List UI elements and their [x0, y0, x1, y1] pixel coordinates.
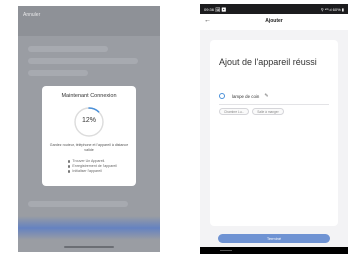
edit-pencil-icon[interactable]: ✎	[264, 93, 268, 99]
step-circle-icon	[68, 165, 71, 168]
step-list: Trouver Un Appareil. Enregistrement de l…	[68, 159, 117, 174]
step-circle-icon	[68, 170, 71, 173]
step-item: Initialiser l'appareil	[68, 169, 117, 174]
status-bar: 09:36 🖼 ▶ ⚲ ⁴ᴳ.ıl 60% ▮	[200, 4, 348, 14]
home-indicator	[64, 246, 114, 248]
connection-modal: Maintenant Connexion 12% Gardez routeur,…	[42, 86, 136, 186]
app-bar: ← Ajouter	[200, 14, 348, 30]
step-label: Initialiser l'appareil	[72, 169, 102, 173]
blurred-bottom-button	[18, 216, 160, 240]
left-phone-screen: Annuler Maintenant Connexion 12% Gardez …	[18, 6, 160, 252]
step-circle-icon	[68, 160, 71, 163]
nav-menu-icon[interactable]	[220, 250, 232, 251]
blurred-content	[28, 201, 128, 207]
blurred-content	[28, 58, 138, 64]
device-row: lampe de coin ✎	[219, 90, 329, 102]
bulb-icon	[219, 93, 225, 99]
right-phone-screen: 09:36 🖼 ▶ ⚲ ⁴ᴳ.ıl 60% ▮ ← Ajouter Ajout …	[200, 4, 348, 254]
page-title: Ajouter	[265, 18, 283, 24]
blurred-content	[28, 70, 88, 76]
room-chip[interactable]: Chambre Lu...	[219, 108, 250, 115]
finish-button[interactable]: Terminé	[218, 234, 330, 243]
blurred-content	[28, 46, 108, 52]
progress-percent: 12%	[81, 117, 96, 124]
divider	[219, 104, 329, 105]
status-indicators: ⚲ ⁴ᴳ.ıl 60% ▮	[320, 7, 344, 12]
left-header: Annuler	[18, 6, 160, 36]
cancel-link[interactable]: Annuler	[23, 12, 40, 18]
modal-title: Maintenant Connexion	[61, 93, 117, 99]
status-time: 09:36 🖼 ▶	[204, 7, 227, 12]
success-card: Ajout de l'appareil réussi lampe de coin…	[210, 40, 338, 226]
modal-hint: Gardez routeur, téléphone et l'appareil …	[49, 143, 129, 152]
room-chips: Chambre Lu... Salle à manger	[219, 108, 284, 115]
success-title: Ajout de l'appareil réussi	[219, 57, 317, 67]
screenshot-canvas: Annuler Maintenant Connexion 12% Gardez …	[0, 0, 353, 257]
device-name: lampe de coin	[232, 93, 260, 99]
room-chip[interactable]: Salle à manger	[252, 108, 284, 115]
